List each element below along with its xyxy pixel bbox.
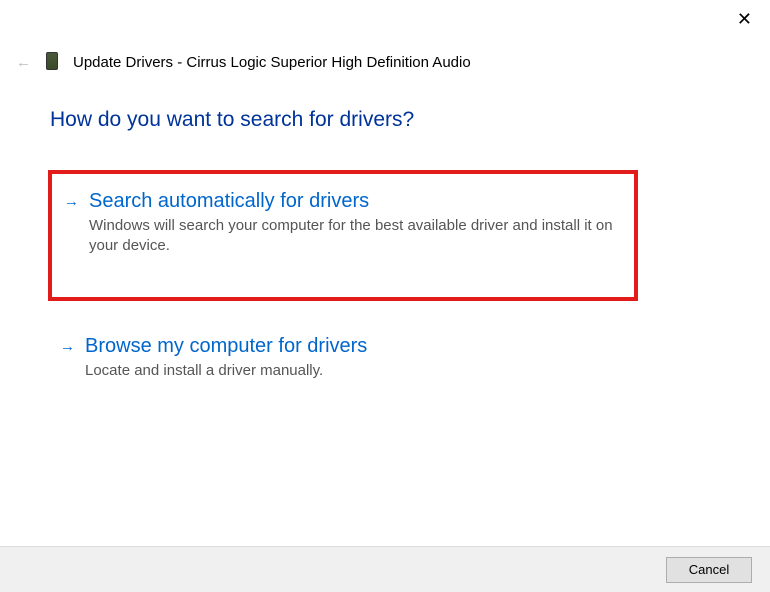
options-container: → Search automatically for drivers Windo… [0, 132, 770, 403]
dialog-header: ← Update Drivers - Cirrus Logic Superior… [0, 0, 770, 72]
dialog-title: Update Drivers - Cirrus Logic Superior H… [73, 54, 471, 71]
close-icon[interactable]: ✕ [737, 10, 752, 28]
arrow-right-icon: → [64, 193, 79, 210]
cancel-button[interactable]: Cancel [666, 557, 752, 583]
back-arrow-icon[interactable]: ← [16, 54, 31, 71]
option-title: Search automatically for drivers [89, 188, 616, 214]
option-description: Locate and install a driver manually. [85, 361, 620, 381]
device-icon [45, 52, 59, 72]
arrow-right-icon: → [60, 338, 75, 355]
option-browse-computer[interactable]: → Browse my computer for drivers Locate … [48, 319, 638, 403]
option-text: Browse my computer for drivers Locate an… [85, 333, 620, 381]
question-heading: How do you want to search for drivers? [0, 72, 770, 132]
option-title: Browse my computer for drivers [85, 333, 620, 359]
dialog-footer: Cancel [0, 546, 770, 592]
option-text: Search automatically for drivers Windows… [89, 188, 616, 257]
option-search-automatically[interactable]: → Search automatically for drivers Windo… [48, 170, 638, 301]
option-description: Windows will search your computer for th… [89, 216, 616, 257]
